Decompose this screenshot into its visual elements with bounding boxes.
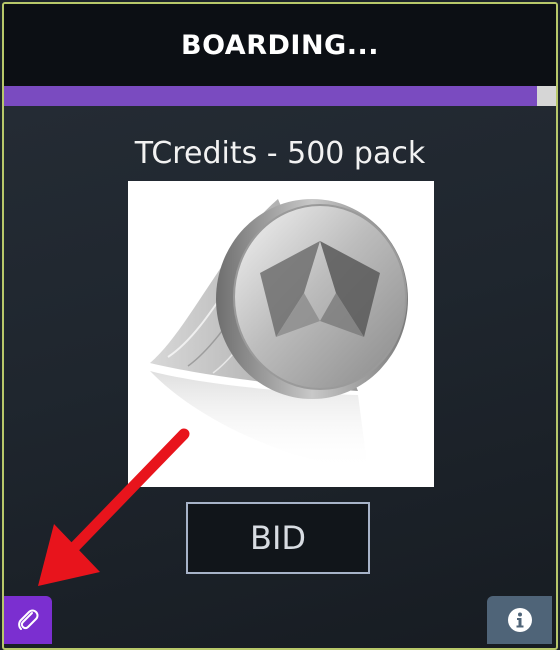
bid-button[interactable]: BID xyxy=(186,502,370,574)
progress-bar xyxy=(4,86,556,106)
auction-card: BOARDING... TCredits - 500 pack BID xyxy=(2,2,558,650)
item-title: TCredits - 500 pack xyxy=(134,136,426,171)
silver-coin-icon xyxy=(150,199,408,471)
progress-fill xyxy=(4,86,537,106)
attachment-button[interactable] xyxy=(4,596,52,644)
item-image xyxy=(128,181,434,487)
info-button[interactable] xyxy=(487,596,552,644)
info-icon xyxy=(507,608,532,632)
paperclip-icon xyxy=(18,609,39,630)
status-title: BOARDING... xyxy=(181,29,379,61)
status-header: BOARDING... xyxy=(4,4,556,86)
